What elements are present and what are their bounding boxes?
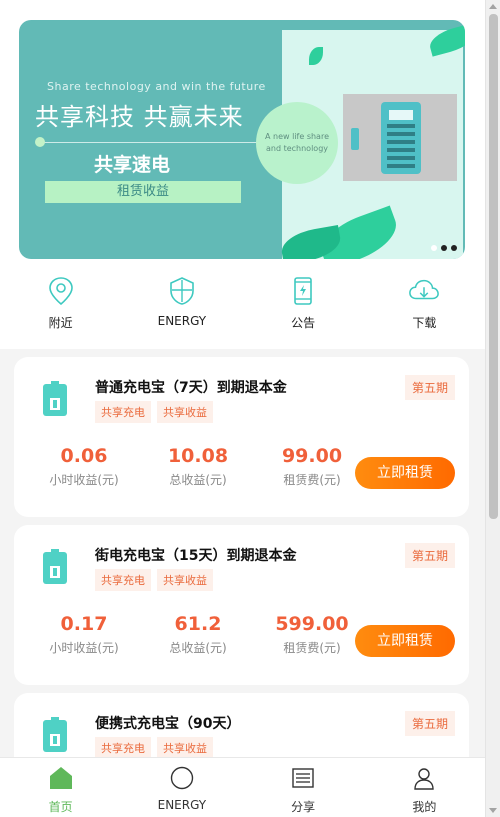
banner-dot [35,137,45,147]
stat-total: 10.08 总收益(元) [141,445,255,488]
charging-station-image [343,94,457,181]
product-stats: 0.17 小时收益(元) 61.2 总收益(元) 599.00 租赁费(元) [27,613,369,656]
quicknav-notice[interactable]: 公告 [243,276,364,336]
promo-banner[interactable]: Share technology and win the future 共享科技… [19,20,465,259]
product-card[interactable]: 普通充电宝（7天）到期退本金 共享充电 共享收益 第五期 0.06 小时收益(元… [14,357,469,517]
scroll-up-icon[interactable] [489,4,497,9]
quicknav-energy[interactable]: ENERGY [121,276,242,336]
tab-share[interactable]: 分享 [243,758,364,817]
product-tag: 共享充电 [95,737,151,759]
scroll-down-icon[interactable] [489,808,497,813]
banner-english-tagline: Share technology and win the future [47,80,266,93]
banner-circle-text: A new life share and technology [256,102,338,184]
stat-hourly: 0.17 小时收益(元) [27,613,141,656]
quicknav-nearby[interactable]: 附近 [0,276,121,336]
pager-dot[interactable] [441,245,447,251]
product-stats: 0.06 小时收益(元) 10.08 总收益(元) 99.00 租赁费(元) [27,445,369,488]
stat-label: 总收益(元) [169,641,227,655]
stat-label: 小时收益(元) [49,473,119,487]
product-name: 街电充电宝（15天）到期退本金 [95,548,297,564]
battery-icon [43,717,67,752]
banner-title: 共享科技 共赢未来 [35,103,244,131]
banner-divider [39,142,267,143]
location-pin-icon [48,277,73,306]
tab-mine[interactable]: 我的 [364,758,485,817]
product-card[interactable]: 街电充电宝（15天）到期退本金 共享充电 共享收益 第五期 0.17 小时收益(… [14,525,469,685]
tab-home[interactable]: 首页 [0,758,121,817]
user-icon [414,768,435,790]
stat-label: 租赁费(元) [283,641,341,655]
battery-icon [43,381,67,416]
stat-total: 61.2 总收益(元) [141,613,255,656]
stat-fee: 599.00 租赁费(元) [255,613,369,656]
stat-value: 61.2 [174,613,222,635]
cloud-download-icon [409,279,440,300]
battery-icon [43,549,67,584]
pager-dot[interactable] [451,245,457,251]
stat-value: 0.06 [60,445,108,467]
quicknav-download[interactable]: 下载 [364,276,485,336]
home-icon [49,767,72,789]
banner-pager [431,245,457,251]
station-cabinet [381,102,421,174]
product-tag: 共享收益 [157,737,213,759]
product-name: 普通充电宝（7天）到期退本金 [95,380,287,396]
product-name: 便携式充电宝（90天） [95,716,241,732]
quicknav-label: 附近 [48,316,73,330]
stat-fee: 99.00 租赁费(元) [255,445,369,488]
tab-label: 我的 [412,800,437,814]
tab-label: ENERGY [157,798,207,812]
period-badge: 第五期 [404,375,455,400]
stat-value: 599.00 [275,613,349,635]
product-tags: 共享充电 共享收益 [95,401,213,423]
pager-dot[interactable] [431,245,437,251]
list-icon [292,768,314,788]
power-bank-image [351,128,359,150]
shield-icon [170,277,194,305]
circle-icon [170,766,194,790]
stat-label: 总收益(元) [169,473,227,487]
tab-energy[interactable]: ENERGY [121,758,242,817]
stat-value: 10.08 [167,445,229,467]
stat-value: 99.00 [281,445,343,467]
stat-label: 租赁费(元) [283,473,341,487]
quick-nav: 附近 ENERGY 公告 下载 [0,276,485,336]
stat-hourly: 0.06 小时收益(元) [27,445,141,488]
page-scrollbar[interactable] [485,0,500,817]
product-tag: 共享收益 [157,569,213,591]
bottom-tab-bar: 首页 ENERGY 分享 我的 [0,757,485,817]
quicknav-label: ENERGY [157,314,207,328]
period-badge: 第五期 [404,711,455,736]
stat-label: 小时收益(元) [49,641,119,655]
stat-value: 0.17 [60,613,108,635]
period-badge: 第五期 [404,543,455,568]
quicknav-label: 下载 [412,316,437,330]
product-tags: 共享充电 共享收益 [95,737,213,759]
rent-now-button[interactable]: 立即租赁 [355,625,455,657]
app-viewport: Share technology and win the future 共享科技… [0,0,485,817]
rent-now-button[interactable]: 立即租赁 [355,457,455,489]
scrollbar-thumb[interactable] [489,14,498,519]
banner-tag: 租赁收益 [45,181,241,203]
product-tag: 共享充电 [95,569,151,591]
tab-label: 首页 [48,800,73,814]
phone-charging-icon [294,277,312,305]
tab-label: 分享 [291,800,316,814]
banner-subtitle: 共享速电 [94,154,171,176]
quicknav-label: 公告 [291,316,316,330]
product-tag: 共享收益 [157,401,213,423]
product-tags: 共享充电 共享收益 [95,569,213,591]
product-tag: 共享充电 [95,401,151,423]
